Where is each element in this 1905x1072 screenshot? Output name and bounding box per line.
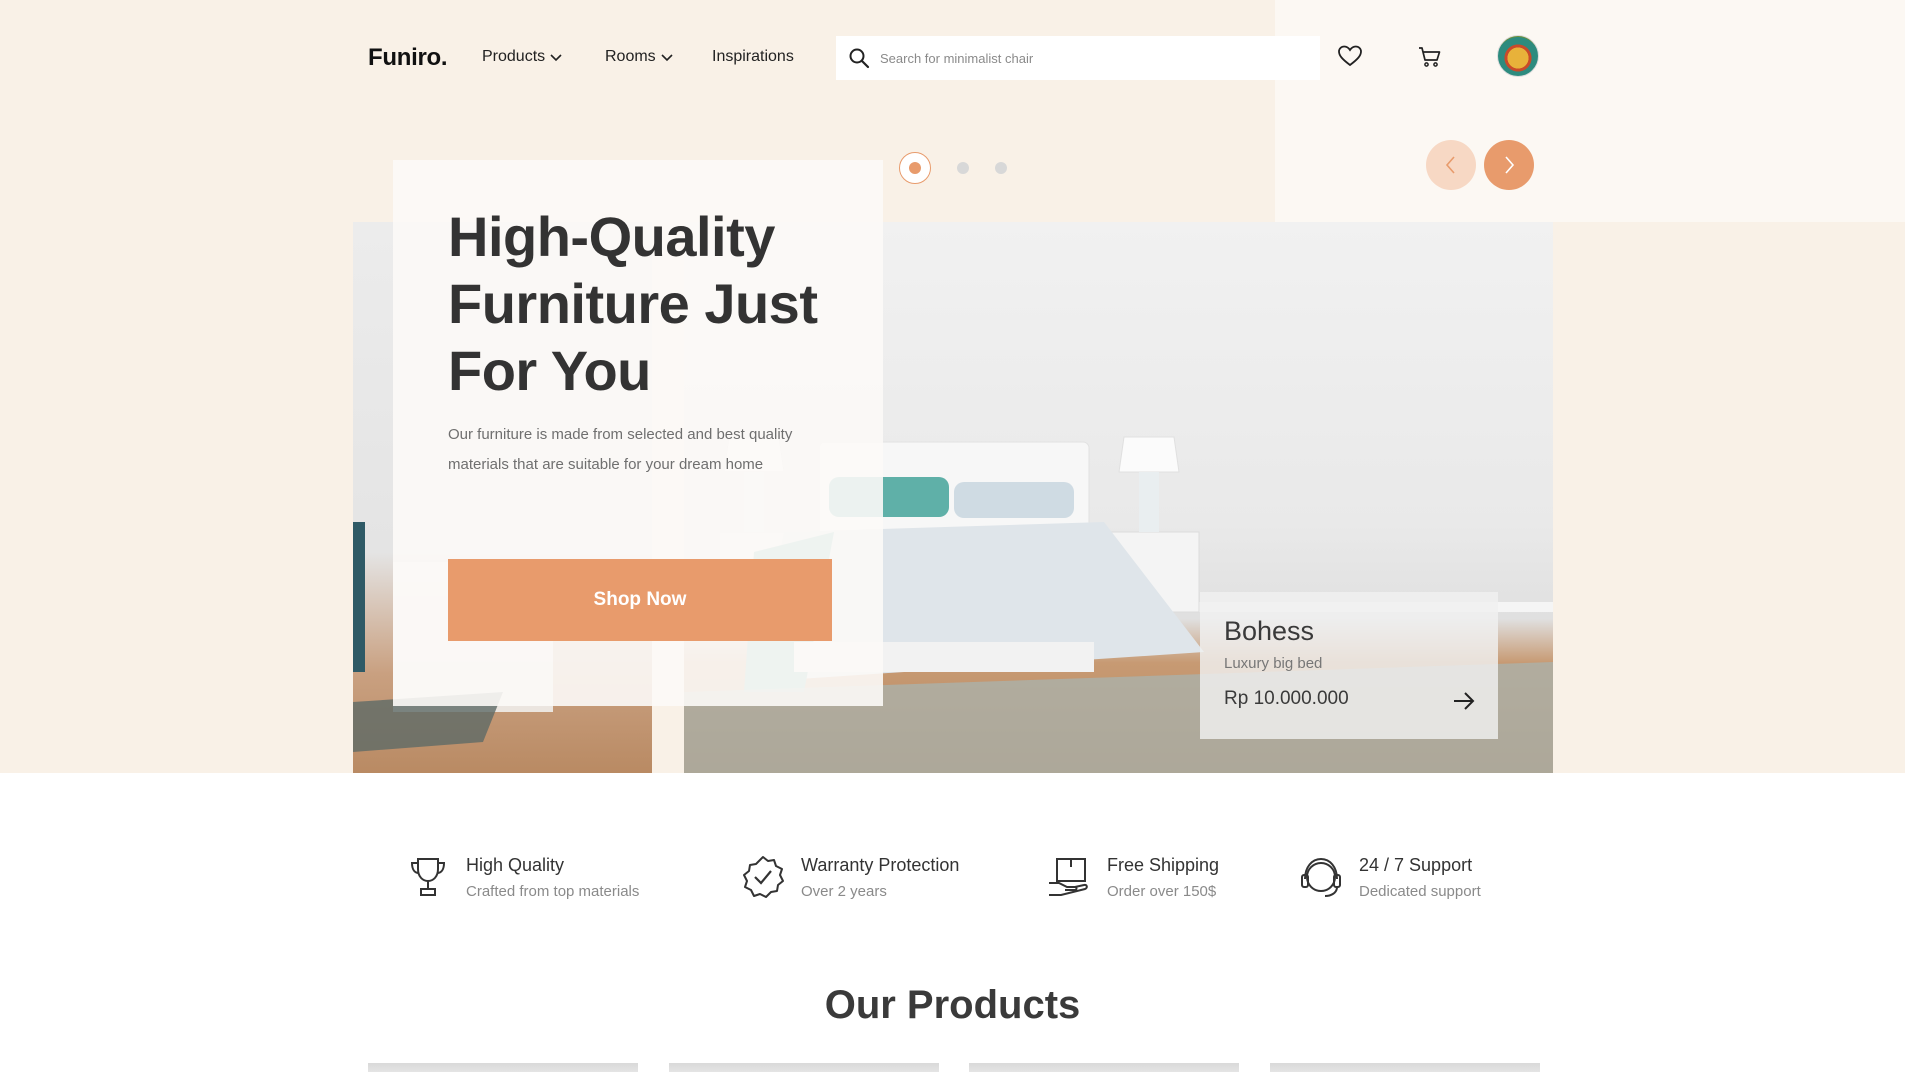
slider-next-button[interactable] (1484, 140, 1534, 190)
nav-products-label: Products (482, 48, 546, 65)
avatar[interactable] (1497, 35, 1539, 77)
cart-button[interactable] (1416, 43, 1444, 71)
nav-rooms-label: Rooms (605, 48, 656, 65)
product-thumbnail[interactable] (1270, 1063, 1540, 1072)
cart-icon (1419, 47, 1441, 67)
feature-subtitle: Order over 150$ (1107, 883, 1217, 900)
section-title-our-products: Our Products (824, 983, 1081, 1027)
feature-title: 24 / 7 Support (1359, 855, 1473, 875)
shop-now-button[interactable]: Shop Now (448, 559, 832, 641)
feature-subtitle: Over 2 years (801, 883, 887, 900)
featured-product-price: Rp 10.000.000 (1224, 688, 1349, 709)
chevron-left-icon (1445, 156, 1455, 174)
slider-dot-3[interactable] (995, 162, 1007, 174)
wishlist-button[interactable] (1336, 42, 1364, 70)
arrow-right-icon[interactable] (1452, 690, 1476, 712)
nav-inspirations[interactable]: Inspirations (712, 48, 794, 66)
support-headset-icon (1301, 857, 1341, 897)
slider-dot-1[interactable] (899, 152, 931, 184)
slider-dots (899, 152, 1007, 184)
chevron-down-icon (550, 54, 562, 62)
feature-title: High Quality (466, 855, 565, 875)
warranty-badge-icon (743, 856, 784, 898)
product-thumbnail[interactable] (368, 1063, 638, 1072)
featured-product-subtitle: Luxury big bed (1224, 655, 1323, 672)
feature-subtitle: Crafted from top materials (466, 883, 640, 900)
product-thumbnail[interactable] (969, 1063, 1239, 1072)
feature-subtitle: Dedicated support (1359, 883, 1481, 900)
hero-background-accent (1275, 0, 1905, 222)
search-input[interactable] (880, 50, 1300, 66)
nav-inspirations-label: Inspirations (712, 48, 794, 65)
chevron-down-icon (661, 54, 673, 62)
logo[interactable]: Funiro. (368, 44, 448, 72)
chevron-right-icon (1505, 156, 1515, 174)
hero-title: High-Quality Furniture Just For You (448, 205, 818, 402)
shipping-box-icon (1049, 858, 1088, 896)
feature-warranty: Warranty Protection Over 2 years (739, 855, 959, 901)
feature-title: Warranty Protection (801, 855, 960, 875)
nav-products[interactable]: Products (482, 48, 563, 66)
trophy-icon (410, 858, 446, 896)
heart-icon (1338, 45, 1362, 67)
product-thumbnail[interactable] (669, 1063, 939, 1072)
hero-description: Our furniture is made from selected and … (448, 426, 793, 473)
featured-product-name: Bohess (1224, 616, 1315, 646)
slider-prev-button[interactable] (1426, 140, 1476, 190)
feature-support: 24 / 7 Support Dedicated support (1297, 855, 1481, 901)
slider-dot-2[interactable] (957, 162, 969, 174)
nav-rooms[interactable]: Rooms (605, 48, 674, 66)
feature-free-shipping: Free Shipping Order over 150$ (1045, 855, 1219, 901)
feature-high-quality: High Quality Crafted from top materials (404, 855, 639, 901)
feature-title: Free Shipping (1107, 855, 1220, 875)
search-bar[interactable] (836, 36, 1320, 80)
search-icon (849, 48, 870, 69)
